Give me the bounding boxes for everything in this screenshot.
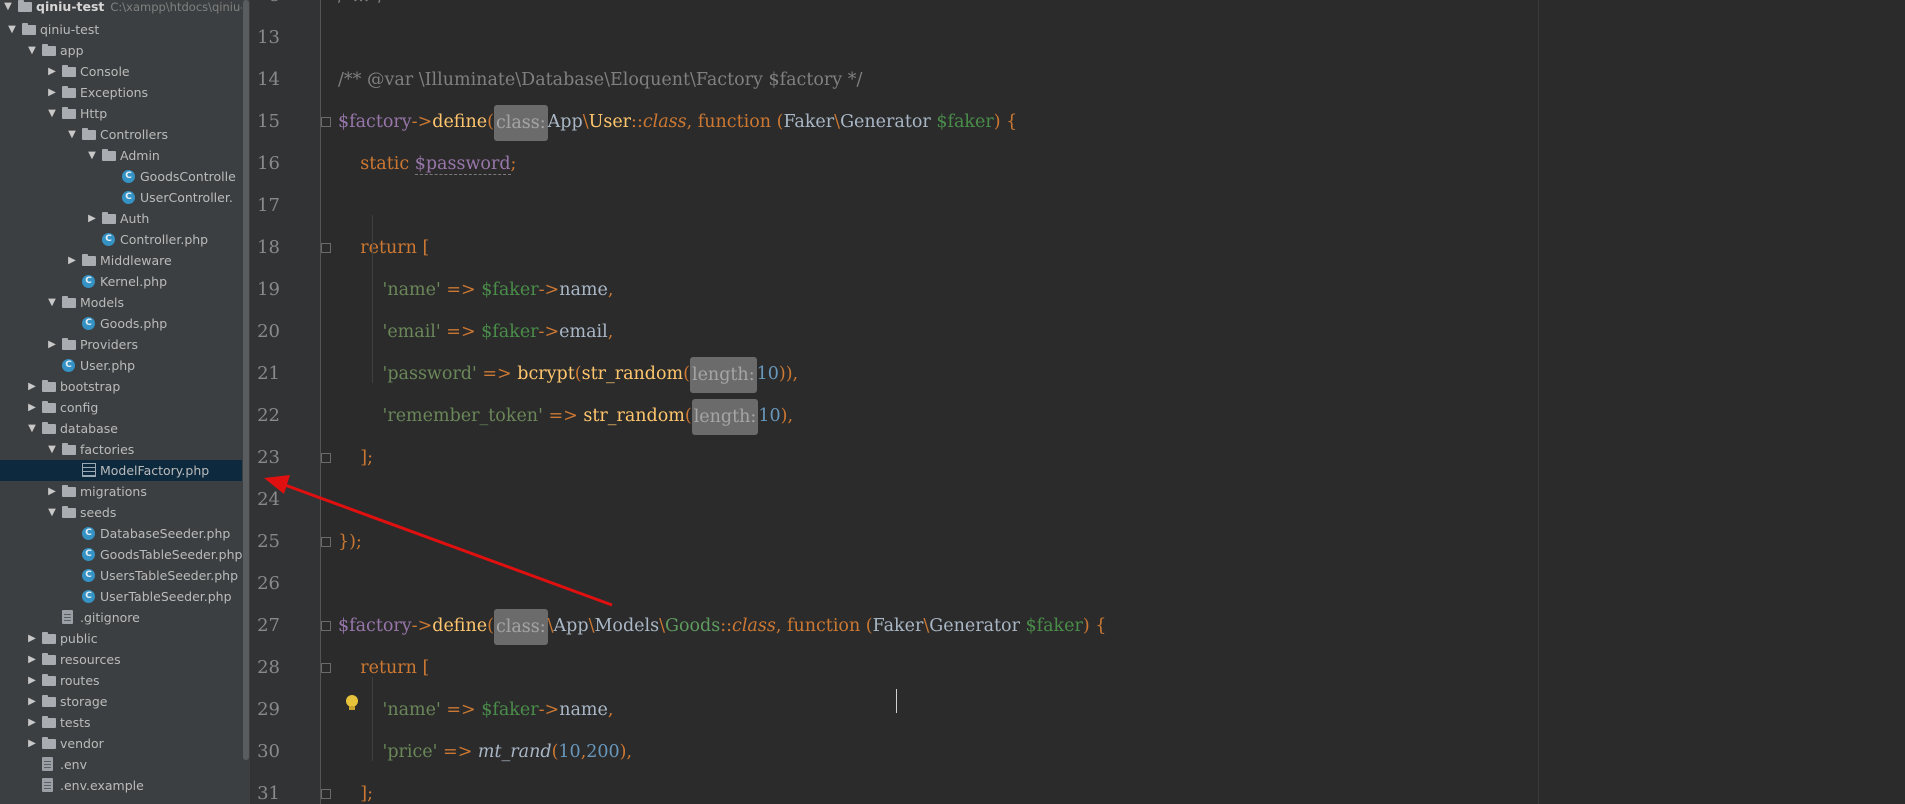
annotation-arrow-head (264, 475, 290, 494)
annotation-arrow-line (284, 483, 613, 607)
annotation-arrow (264, 475, 613, 607)
